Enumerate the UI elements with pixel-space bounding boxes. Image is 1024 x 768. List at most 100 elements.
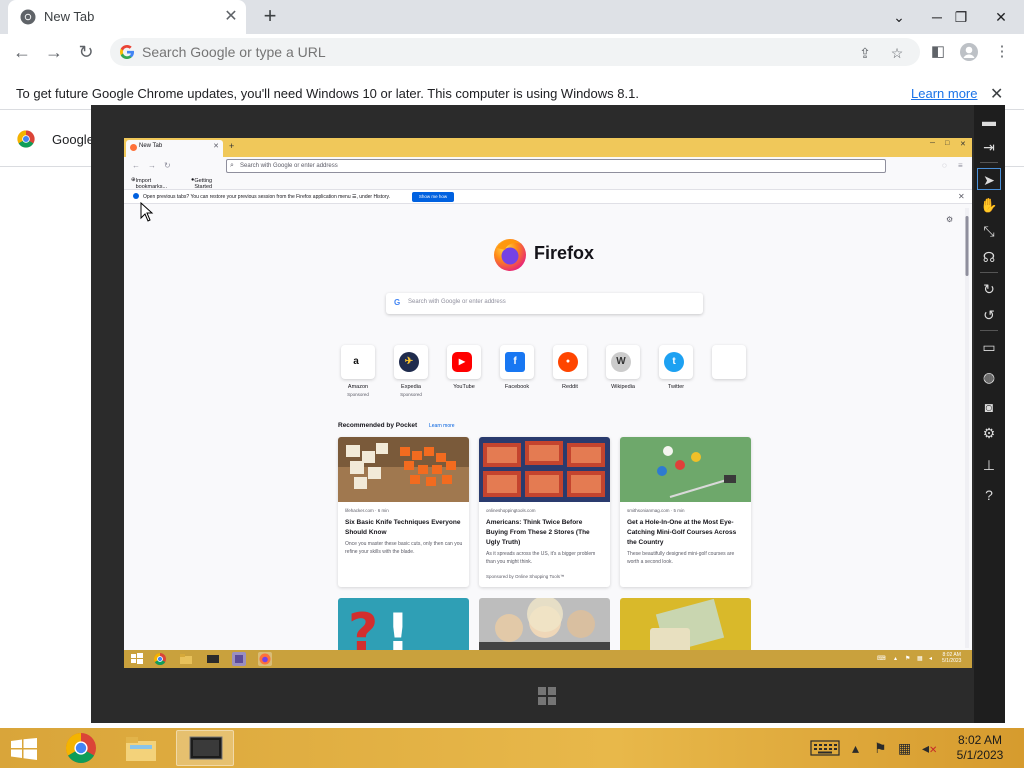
firefox-search-icon: ⌕ [230, 162, 234, 169]
firefox-new-tab-icon[interactable]: + [229, 141, 234, 151]
tile-label: Twitter [667, 384, 685, 390]
keyboard-slider-icon[interactable]: ⊥ [977, 454, 1001, 476]
expedia-icon: ✈ [399, 352, 419, 372]
tile-label: Facebook [504, 384, 530, 390]
viewer-separator [980, 272, 998, 273]
remote-keyboard-icon[interactable]: ⌨ [877, 655, 886, 662]
pocket-card-2[interactable] [479, 598, 610, 658]
monitor-icon[interactable]: ▭ [977, 336, 1001, 358]
remote-explorer-icon[interactable] [179, 652, 193, 666]
firefox-tab[interactable]: New Tab ✕ [126, 140, 223, 157]
tab-search-icon[interactable]: ⌄ [882, 0, 916, 34]
twitter-icon: t [664, 352, 684, 372]
firefox-back-icon[interactable]: ← [132, 161, 140, 170]
firefox-url-bar[interactable]: ⌕ Search with Google or enter address [226, 159, 886, 173]
notice-close-icon[interactable]: ✕ [958, 192, 965, 201]
getting-started-item[interactable]: ● Getting Started [191, 177, 212, 190]
globe-icon[interactable]: ◍ [977, 366, 1001, 388]
firefox-pocket-icon[interactable]: ◌ [942, 161, 947, 170]
facebook-icon: f [505, 352, 525, 372]
network-icon[interactable]: ▦ [898, 740, 911, 757]
remote-tray-chevron-icon[interactable]: ▴ [894, 655, 897, 662]
chrome-logo-icon [17, 130, 35, 148]
google-g-icon: G [394, 298, 401, 307]
scale-icon[interactable]: ⤡ [977, 220, 1001, 242]
help-icon[interactable]: ? [977, 484, 1001, 506]
firefox-close-icon[interactable]: ✕ [960, 140, 966, 148]
taskbar-remote-viewer-button[interactable] [176, 730, 234, 766]
back-icon[interactable]: ← [10, 40, 34, 64]
omnibox[interactable]: ⇪ ☆ [110, 38, 920, 66]
windows-start-icon[interactable] [10, 738, 38, 760]
close-tab-icon[interactable]: ✕ [222, 8, 240, 26]
firefox-newtab-search[interactable]: G Search with Google or enter address [386, 293, 703, 314]
google-shortcut[interactable]: Google [0, 124, 100, 154]
remote-start-icon[interactable] [130, 652, 144, 666]
youtube-icon: ▶ [452, 352, 472, 372]
firefox-maximize-icon[interactable]: □ [945, 140, 949, 147]
card-sponsor: Sponsored by Online Shopping Tools™ [486, 574, 565, 579]
chrome-menu-icon[interactable]: ⋮ [990, 40, 1014, 64]
reload-icon[interactable]: ↻ [74, 40, 98, 64]
firefox-tab-close-icon[interactable]: ✕ [213, 142, 219, 150]
infobar-close-icon[interactable]: ✕ [990, 84, 1003, 104]
forward-icon[interactable]: → [42, 40, 66, 64]
show-hidden-icons-icon[interactable]: ▴ [852, 740, 859, 757]
gamepad-icon[interactable]: ☊ [977, 246, 1001, 268]
camera-icon[interactable]: ◙ [977, 396, 1001, 418]
pocket-card[interactable]: lifehacker.com · 6 min Six Basic Knife T… [338, 437, 469, 587]
remote-viewer-app-icon[interactable] [206, 652, 220, 666]
viewer-minimize-icon[interactable]: ▬ [977, 110, 1001, 132]
rotate-left-icon[interactable]: ↺ [977, 304, 1001, 326]
hand-mode-icon[interactable]: ✋ [977, 194, 1001, 216]
learn-more-link[interactable]: Learn more [911, 86, 977, 101]
pin-icon[interactable]: ⇥ [977, 136, 1001, 158]
touch-keyboard-icon[interactable] [810, 740, 840, 756]
omnibox-input[interactable] [142, 42, 842, 62]
pocket-card[interactable]: smithsonianmag.com · 5 min Get a Hole-In… [620, 437, 751, 587]
action-center-flag-icon[interactable]: ⚑ [874, 740, 887, 757]
viewer-separator [980, 162, 998, 163]
restore-button[interactable]: ❐ [944, 0, 978, 34]
remote-app-icon[interactable] [232, 652, 246, 666]
newtab-settings-gear-icon[interactable]: ⚙ [946, 215, 953, 224]
file-explorer-icon [126, 737, 156, 761]
card-title: Get a Hole-In-One at the Most Eye-Catchi… [627, 519, 737, 546]
remote-flag-icon[interactable]: ⚑ [905, 655, 910, 662]
remote-screen[interactable]: New Tab ✕ + ─ □ ✕ ← → ↻ ◌ ≡ ⌕ Search wit… [124, 138, 972, 668]
firefox-tab-title: New Tab [139, 143, 163, 149]
firefox-forward-icon[interactable]: → [148, 161, 156, 170]
card-image-question-marks: ? ! [338, 598, 469, 658]
new-tab-button[interactable]: + [258, 5, 282, 29]
taskbar-chrome-button[interactable] [52, 730, 110, 766]
remote-clock[interactable]: 8:02 AM 5/1/2023 [942, 652, 961, 664]
pocket-card-2[interactable]: ? ! [338, 598, 469, 658]
pocket-card-2[interactable] [620, 598, 751, 658]
firefox-menu-icon[interactable]: ≡ [958, 161, 963, 170]
share-icon[interactable]: ⇪ [856, 44, 874, 62]
firefox-minimize-icon[interactable]: ─ [930, 140, 935, 147]
chrome-tab-new-tab[interactable]: New Tab ✕ [8, 0, 246, 34]
pointer-mode-icon[interactable]: ➤ [977, 168, 1001, 190]
import-bookmarks-item[interactable]: ⊕ Import bookmarks... [131, 177, 167, 190]
bookmark-star-icon[interactable]: ☆ [888, 44, 906, 62]
card-image-mini-golf [620, 437, 751, 502]
settings-icon[interactable]: ⚙ [977, 422, 1001, 444]
profile-avatar-icon[interactable] [957, 40, 981, 64]
taskbar-clock[interactable]: 8:02 AM 5/1/2023 [950, 733, 1010, 763]
window-close-button[interactable]: ✕ [984, 0, 1018, 34]
pocket-learn-more-link[interactable]: Learn more [429, 423, 455, 429]
firefox-reload-icon[interactable]: ↻ [164, 161, 171, 170]
remote-network-icon[interactable]: ▦ [917, 655, 923, 662]
rotate-right-icon[interactable]: ↻ [977, 278, 1001, 300]
remote-chrome-icon[interactable] [153, 652, 167, 666]
taskbar-file-explorer-button[interactable] [112, 730, 170, 766]
volume-muted-icon[interactable]: ◂✕ [922, 740, 937, 757]
remote-firefox-icon[interactable] [258, 652, 272, 666]
side-panel-icon[interactable]: ◧ [926, 40, 950, 64]
show-me-how-button[interactable]: Show me how [412, 192, 454, 202]
firefox-scrollbar[interactable] [965, 208, 969, 648]
remote-volume-icon[interactable]: ◂ [929, 655, 932, 662]
mouse-cursor-icon [140, 202, 154, 222]
pocket-card[interactable]: onlineshoppingtools.com Americans: Think… [479, 437, 610, 587]
